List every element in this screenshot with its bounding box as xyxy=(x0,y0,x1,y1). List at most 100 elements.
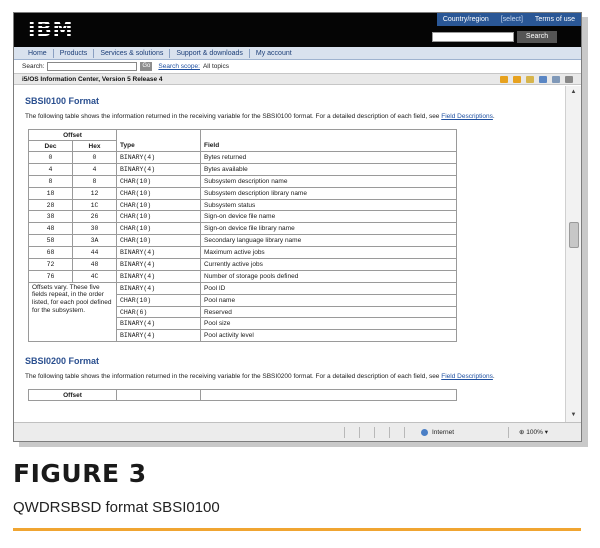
type-cell: CHAR(10) xyxy=(116,234,201,248)
type-cell: BINARY(4) xyxy=(116,281,201,295)
dec-cell: 72 xyxy=(28,258,73,271)
vertical-scrollbar[interactable]: ▲ ▼ xyxy=(565,86,581,422)
type-cell: CHAR(10) xyxy=(116,222,201,236)
field-cell: Pool activity level xyxy=(200,329,457,343)
hex-cell: 12 xyxy=(72,186,117,200)
field-cell: Pool size xyxy=(200,317,457,331)
table-row: 28 1C CHAR(10) Subsystem status xyxy=(28,198,457,212)
nav-home[interactable]: Home xyxy=(22,48,54,58)
type-cell: BINARY(4) xyxy=(116,151,201,164)
table-row: 72 48 BINARY(4) Currently active jobs xyxy=(28,258,457,271)
zoom-level[interactable]: ⊕ 100% ▾ xyxy=(519,427,548,438)
main-nav: Home Products Services & solutions Suppo… xyxy=(14,47,581,60)
field-descriptions-link[interactable]: Field Descriptions xyxy=(441,113,493,120)
table-row: 0 0 BINARY(4) Bytes returned xyxy=(28,151,457,164)
security-zone: Internet xyxy=(421,427,454,438)
type-cell: BINARY(4) xyxy=(116,329,201,343)
table-row: 68 44 BINARY(4) Maximum active jobs xyxy=(28,246,457,260)
search-scope-link[interactable]: Search scope: xyxy=(158,63,200,70)
content-pane: SBSI0100 Format The following table show… xyxy=(14,86,565,422)
hex-cell: 48 xyxy=(72,258,117,271)
header-links: Country/region [select] Terms of use xyxy=(436,13,581,26)
offset-header: Offset xyxy=(28,389,117,402)
type-cell: BINARY(4) xyxy=(116,258,201,271)
format-table: Offset Dec Hex Type Field 0 0 BINARY(4) Byt… xyxy=(28,129,457,343)
status-divider xyxy=(374,427,375,438)
field-cell: Subsystem status xyxy=(200,198,457,212)
nav-products[interactable]: Products xyxy=(54,48,95,58)
description-text: The following table shows the informatio… xyxy=(25,373,440,381)
caption-rule xyxy=(13,528,581,531)
header-search-button[interactable]: Search xyxy=(517,31,557,43)
section-title-sbsi0100: SBSI0100 Format xyxy=(25,96,100,106)
dec-cell: 4 xyxy=(28,162,73,176)
infocenter-toolbar: i5/OS Information Center, Version 5 Rele… xyxy=(14,73,581,85)
select-link[interactable]: [select] xyxy=(495,13,529,26)
table-row: Offsets vary. These five fields repeat, … xyxy=(28,281,457,343)
ibm-logo: IBM xyxy=(28,18,76,40)
format-table-2: Offset xyxy=(28,389,457,402)
field-cell: Number of storage pools defined xyxy=(200,269,457,283)
dec-cell: 28 xyxy=(28,198,73,212)
description-text: The following table shows the informatio… xyxy=(25,113,440,120)
dec-cell: 38 xyxy=(28,210,73,224)
type-cell: CHAR(10) xyxy=(116,174,201,188)
table-row: 8 8 CHAR(10) Subsystem description name xyxy=(28,174,457,188)
nav-my-account[interactable]: My account xyxy=(250,49,298,58)
field-cell: Bytes returned xyxy=(200,151,457,164)
print-icon[interactable] xyxy=(552,76,560,83)
hex-cell: 44 xyxy=(72,246,117,260)
nav-support[interactable]: Support & downloads xyxy=(170,48,250,58)
repeat-note: Offsets vary. These five fields repeat, … xyxy=(28,281,117,343)
type-cell: BINARY(4) xyxy=(116,269,201,283)
scroll-thumb[interactable] xyxy=(569,222,579,248)
field-cell: Sign-on device file library name xyxy=(200,222,457,236)
search-bar: Search: Go Search scope: All topics xyxy=(14,60,581,73)
header-search-input[interactable] xyxy=(432,32,514,42)
search-scope-value: All topics xyxy=(202,63,229,70)
hex-cell: 0 xyxy=(72,151,117,164)
hex-cell: 4C xyxy=(72,269,117,283)
field-descriptions-link[interactable]: Field Descriptions xyxy=(441,373,493,380)
status-bar: Internet ⊕ 100% ▾ xyxy=(14,422,581,441)
scroll-down-icon[interactable]: ▼ xyxy=(568,411,579,420)
terms-of-use-link[interactable]: Terms of use xyxy=(529,13,581,26)
toolbar-icons xyxy=(500,76,573,83)
description-end: . xyxy=(492,113,495,120)
search-input[interactable] xyxy=(47,62,138,71)
type-cell: CHAR(10) xyxy=(116,210,201,224)
status-divider xyxy=(389,427,390,438)
go-button[interactable]: Go xyxy=(140,62,153,71)
maximize-icon[interactable] xyxy=(565,76,573,83)
country-region-link[interactable]: Country/region xyxy=(437,13,495,26)
hex-cell: 3A xyxy=(72,234,117,248)
field-cell: Reserved xyxy=(200,305,457,319)
table-row: 58 3A CHAR(10) Secondary language library n… xyxy=(28,234,457,248)
back-icon[interactable] xyxy=(500,76,508,83)
field-cell: Currently active jobs xyxy=(200,258,457,271)
hex-cell: 4 xyxy=(72,162,117,176)
dec-cell: 0 xyxy=(28,151,73,164)
type-cell: BINARY(4) xyxy=(116,317,201,331)
section-title-sbsi0200: SBSI0200 Format xyxy=(25,356,100,367)
scroll-up-icon[interactable]: ▲ xyxy=(568,88,579,97)
dec-cell: 58 xyxy=(28,234,73,248)
offset-header: Offset xyxy=(28,129,117,141)
dec-cell: 18 xyxy=(28,186,73,200)
dec-cell: 48 xyxy=(28,222,73,236)
type-cell: CHAR(10) xyxy=(116,198,201,212)
ibm-header: IBM Country/region [select] Terms of use… xyxy=(14,13,581,47)
chevron-down-icon: ▾ xyxy=(544,429,548,436)
field-cell: Pool ID xyxy=(200,281,457,295)
type-header: Type xyxy=(116,140,201,152)
status-divider xyxy=(359,427,360,438)
bookmark-icon[interactable] xyxy=(539,76,547,83)
breadcrumb: i5/OS Information Center, Version 5 Rele… xyxy=(22,76,163,83)
table-row: 38 26 CHAR(10) Sign-on device file name xyxy=(28,210,457,224)
type-cell: CHAR(10) xyxy=(116,186,201,200)
nav-services[interactable]: Services & solutions xyxy=(94,48,171,58)
forward-icon[interactable] xyxy=(513,76,521,83)
dec-cell: 68 xyxy=(28,246,73,260)
sync-toc-icon[interactable] xyxy=(526,76,534,83)
table-row: 18 12 CHAR(10) Subsystem description librar… xyxy=(28,186,457,200)
